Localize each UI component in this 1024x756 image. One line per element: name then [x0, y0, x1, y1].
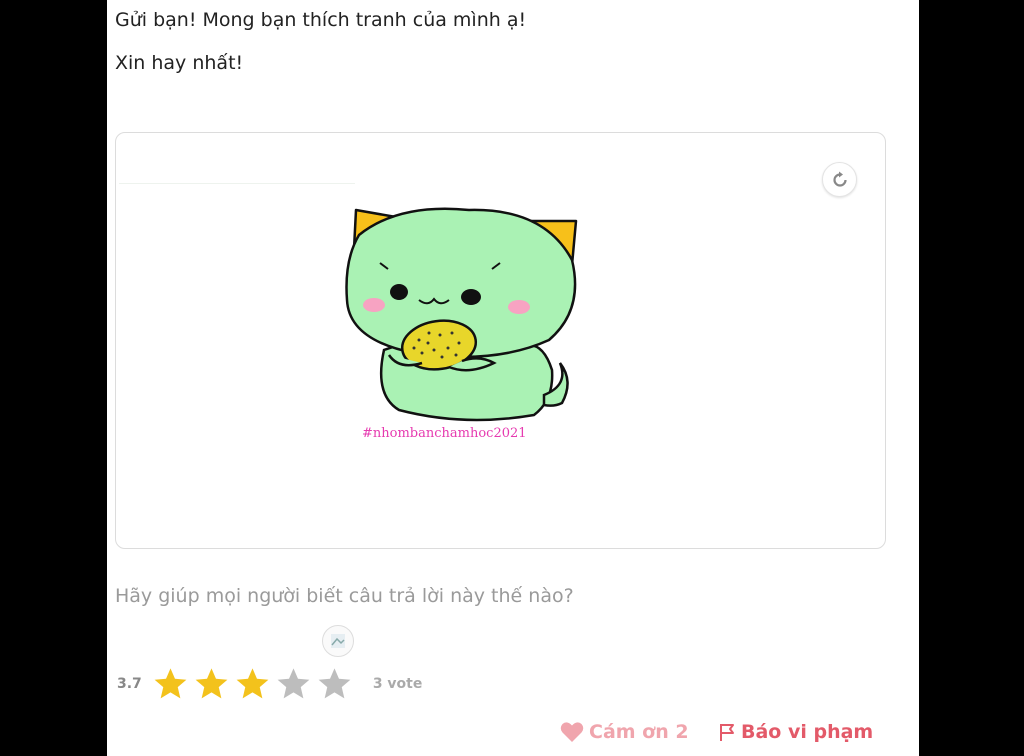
heart-icon	[560, 722, 584, 742]
answer-panel: Gửi bạn! Mong bạn thích tranh của mình ạ…	[107, 0, 919, 756]
cat-drawing: #nhombanchamhoc2021	[345, 207, 578, 441]
star-icon[interactable]	[193, 666, 230, 703]
rating-row: 3.7 3 vote	[117, 664, 422, 704]
avatar[interactable]	[322, 625, 354, 657]
rotate-image-button[interactable]	[822, 162, 857, 197]
star-rating[interactable]	[152, 666, 357, 703]
answer-text-line-1: Gửi bạn! Mong bạn thích tranh của mình ạ…	[115, 9, 527, 31]
thanks-button[interactable]: Cám ơn 2	[560, 718, 689, 746]
report-label: Báo vi phạm	[741, 721, 874, 743]
answer-text-line-2: Xin hay nhất!	[115, 52, 244, 74]
star-icon[interactable]	[234, 666, 271, 703]
feedback-question: Hãy giúp mọi người biết câu trả lời này …	[115, 585, 574, 607]
watermark-text: #nhombanchamhoc2021	[362, 426, 527, 441]
star-icon[interactable]	[316, 666, 353, 703]
star-icon[interactable]	[275, 666, 312, 703]
thanks-label: Cám ơn 2	[589, 721, 689, 743]
report-button[interactable]: Báo vi phạm	[719, 718, 873, 746]
answer-image-card[interactable]: #nhombanchamhoc2021	[115, 132, 886, 549]
flag-icon	[720, 724, 734, 741]
avatar-icon	[331, 634, 345, 648]
vote-count: 3 vote	[372, 676, 423, 692]
rating-score: 3.7	[117, 676, 142, 692]
image-divider	[119, 183, 355, 184]
rotate-icon	[832, 171, 847, 187]
star-icon[interactable]	[152, 666, 189, 703]
